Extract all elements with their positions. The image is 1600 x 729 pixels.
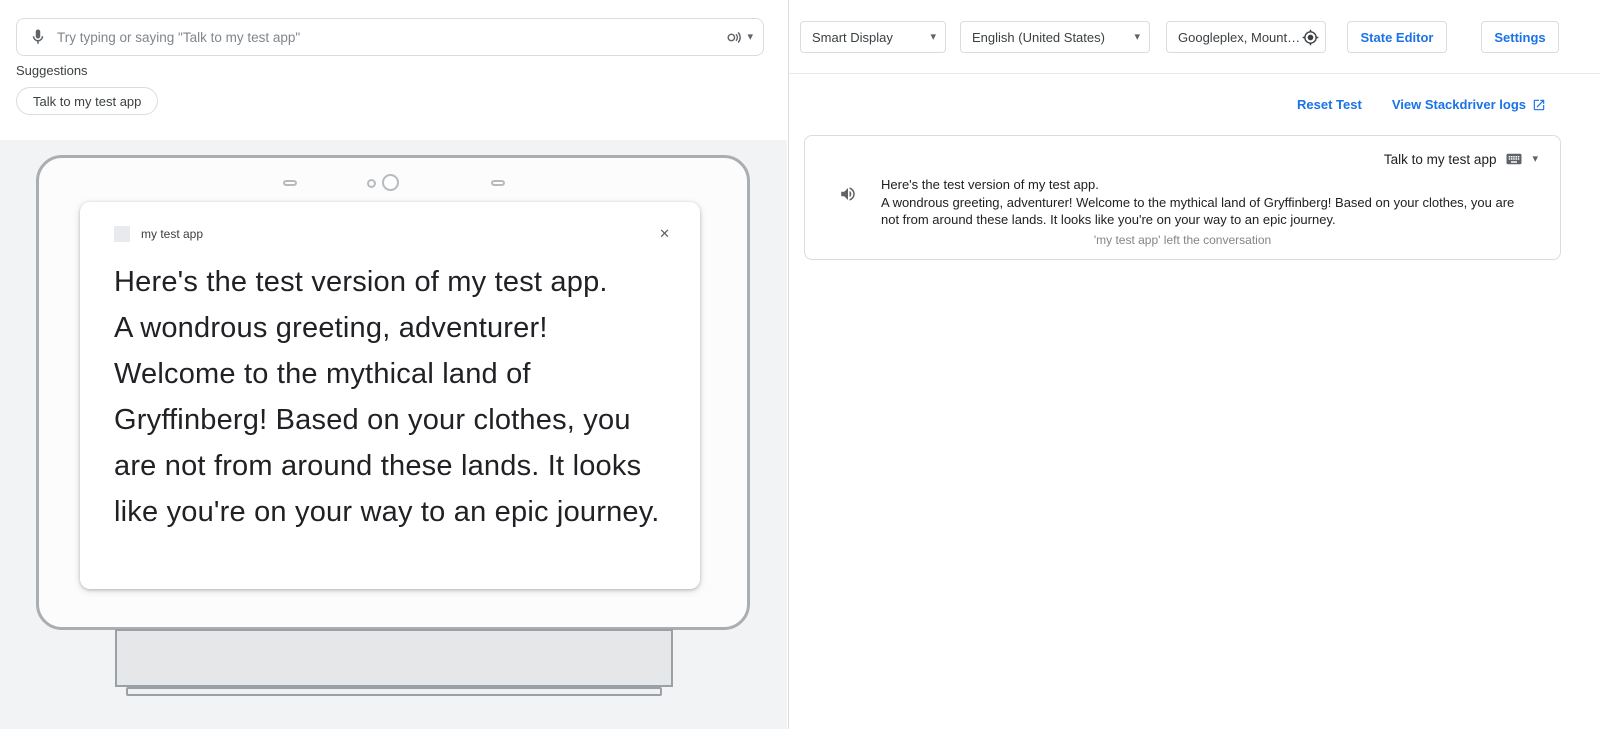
device-preview-area: my test app ✕ Here's the test version of… xyxy=(0,140,787,729)
test-actions-row: Reset Test View Stackdriver logs xyxy=(1297,97,1546,112)
device-sensor-dot xyxy=(367,179,376,188)
device-sensor-left xyxy=(283,180,297,186)
app-logo xyxy=(114,226,130,242)
view-stackdriver-logs-link[interactable]: View Stackdriver logs xyxy=(1392,97,1546,112)
device-stand xyxy=(115,629,673,687)
simulator-right-panel: Smart Display ▾ English (United States) … xyxy=(789,0,1600,729)
language-select-value: English (United States) xyxy=(972,30,1105,45)
actions-simulator: ▾ Suggestions Talk to my test app my tes… xyxy=(0,0,1600,729)
keyboard-icon xyxy=(1505,150,1523,168)
location-value: Googleplex, Mountain ... xyxy=(1178,30,1302,45)
bot-response-text: Here's the test version of my test app. … xyxy=(881,176,1529,229)
bot-response-line1: Here's the test version of my test app. xyxy=(881,176,1529,194)
surface-select[interactable]: Smart Display ▾ xyxy=(800,21,946,53)
reset-test-button[interactable]: Reset Test xyxy=(1297,97,1362,112)
device-sensor-right xyxy=(491,180,505,186)
device-stand-base xyxy=(126,687,662,696)
external-link-icon xyxy=(1532,98,1546,112)
smart-display-device: my test app ✕ Here's the test version of… xyxy=(36,155,750,630)
user-query-text: Talk to my test app xyxy=(1384,152,1497,167)
suggestions-label: Suggestions xyxy=(16,63,88,78)
mic-icon[interactable] xyxy=(29,28,47,46)
conversation-status: 'my test app' left the conversation xyxy=(821,229,1544,247)
surface-select-value: Smart Display xyxy=(812,30,893,45)
user-turn-row: Talk to my test app ▾ xyxy=(821,146,1544,176)
conversation-panel: Talk to my test app ▾ Here's the test ve… xyxy=(804,135,1561,260)
close-icon[interactable]: ✕ xyxy=(659,226,670,242)
my-location-icon[interactable] xyxy=(1302,29,1319,46)
bot-turn-row: Here's the test version of my test app. … xyxy=(821,176,1544,229)
device-screen: my test app ✕ Here's the test version of… xyxy=(80,202,700,589)
speaker-icon[interactable] xyxy=(839,185,857,203)
location-input[interactable]: Googleplex, Mountain ... xyxy=(1166,21,1326,53)
query-input-bar[interactable]: ▾ xyxy=(16,18,764,56)
screen-text-line1: Here's the test version of my test app. xyxy=(114,266,608,298)
device-camera xyxy=(382,174,399,191)
simulator-left-panel: ▾ Suggestions Talk to my test app my tes… xyxy=(0,0,789,729)
chevron-down-icon[interactable]: ▾ xyxy=(747,32,753,43)
settings-button[interactable]: Settings xyxy=(1481,21,1559,53)
device-screen-text: Here's the test version of my test app. … xyxy=(80,242,700,535)
language-select[interactable]: English (United States) ▾ xyxy=(960,21,1150,53)
query-input[interactable] xyxy=(57,30,725,45)
bot-response-line2: A wondrous greeting, adventurer! Welcome… xyxy=(881,194,1529,229)
chevron-down-icon[interactable]: ▾ xyxy=(1532,154,1538,165)
chevron-down-icon: ▾ xyxy=(930,32,936,43)
audio-input-icon[interactable] xyxy=(725,29,742,46)
state-editor-button[interactable]: State Editor xyxy=(1347,21,1447,53)
chevron-down-icon: ▾ xyxy=(1134,32,1140,43)
simulator-toolbar: Smart Display ▾ English (United States) … xyxy=(789,0,1600,74)
view-stackdriver-logs-label: View Stackdriver logs xyxy=(1392,97,1526,112)
screen-text-line2: A wondrous greeting, adventurer! Welcome… xyxy=(114,312,660,528)
device-screen-header: my test app ✕ xyxy=(80,202,700,242)
app-name: my test app xyxy=(141,227,203,241)
suggestion-chip[interactable]: Talk to my test app xyxy=(16,87,158,115)
